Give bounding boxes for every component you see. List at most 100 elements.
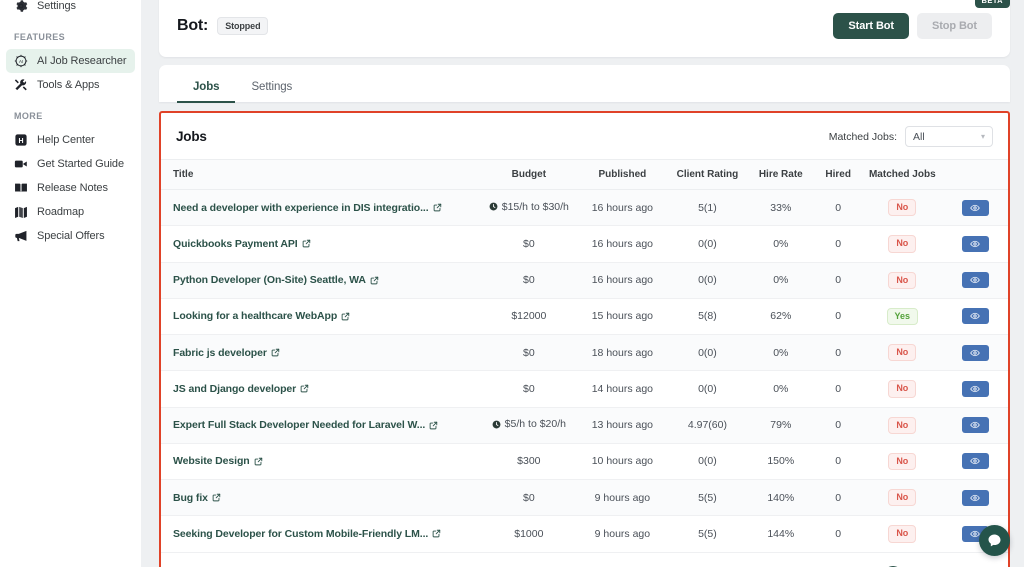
cell-budget: $5/h to $20/h [479, 407, 578, 444]
view-job-button[interactable] [961, 272, 989, 289]
job-title-link[interactable]: Fabric js developer [173, 347, 280, 359]
cell-client-rating: 5(5) [667, 515, 748, 553]
cell-client-rating: 0(0) [667, 334, 748, 372]
view-job-button[interactable] [961, 235, 989, 252]
cell-client-rating: 0(0) [667, 370, 748, 408]
budget-value: $0 [522, 274, 535, 287]
cell-matched: No [862, 515, 943, 553]
jobs-table: Title Budget Published Client Rating Hir… [161, 159, 1008, 553]
sidebar-item-release-notes[interactable]: Release Notes [6, 176, 135, 200]
sidebar-item-help-center[interactable]: H Help Center [6, 128, 135, 152]
bot-actions: Start Bot Stop Bot [833, 12, 992, 39]
cell-client-rating: 0(0) [667, 225, 748, 263]
col-hire-rate: Hire Rate [747, 159, 814, 190]
cell-hired: 0 [813, 298, 863, 336]
app-root: Settings FEATURES AI AI Job Researcher T… [0, 0, 1024, 567]
view-job-button[interactable] [961, 308, 989, 325]
tab-jobs[interactable]: Jobs [177, 81, 236, 103]
megaphone-icon [14, 229, 28, 243]
col-client-rating: Client Rating [667, 159, 748, 190]
tab-bar: Jobs Settings [159, 65, 1010, 103]
view-job-button[interactable] [961, 344, 989, 361]
map-icon [14, 205, 28, 219]
cell-published: 16 hours ago [577, 189, 668, 227]
cell-matched: Yes [862, 298, 943, 336]
matched-badge: No [888, 380, 917, 398]
matched-badge: Yes [886, 307, 919, 325]
sidebar-item-special-offers[interactable]: Special Offers [6, 224, 135, 248]
budget-value: $300 [517, 455, 541, 468]
sidebar-item-get-started-guide[interactable]: Get Started Guide [6, 152, 135, 176]
job-title-link[interactable]: Looking for a healthcare WebApp [173, 310, 350, 322]
job-title-link[interactable]: Need a developer with experience in DIS … [173, 202, 442, 214]
budget-value: $12000 [511, 310, 547, 323]
cell-budget: $0 [479, 225, 578, 263]
view-job-button[interactable] [961, 417, 989, 434]
sidebar-item-ai-job-researcher[interactable]: AI AI Job Researcher [6, 49, 135, 73]
sidebar-item-label: Special Offers [37, 230, 105, 242]
stop-bot-button[interactable]: Stop Bot [916, 12, 992, 39]
svg-text:AI: AI [19, 59, 23, 64]
budget-value: $1000 [514, 527, 544, 540]
job-title-link[interactable]: Seeking Developer for Custom Mobile-Frie… [173, 528, 441, 540]
cell-published: 15 hours ago [577, 298, 668, 336]
cell-matched: No [862, 189, 943, 227]
job-title-text: Need a developer with experience in DIS … [173, 201, 429, 214]
job-title-link[interactable]: Website Design [173, 455, 263, 467]
job-title-link[interactable]: Quickbooks Payment API [173, 238, 311, 250]
job-title-link[interactable]: Expert Full Stack Developer Needed for L… [173, 419, 438, 431]
view-job-button[interactable] [961, 380, 989, 397]
table-row: Quickbooks Payment API $0 16 hours ago 0(0)… [161, 225, 1008, 263]
jobs-table-body: Need a developer with experience in DIS … [161, 189, 1008, 553]
matched-jobs-select[interactable]: All ▾ [905, 126, 993, 147]
sidebar-item-label: Release Notes [37, 182, 108, 194]
cell-hired: 0 [813, 262, 863, 299]
col-hired: Hired [813, 159, 863, 190]
open-book-icon [14, 181, 28, 195]
cell-matched: No [862, 262, 943, 299]
tab-settings[interactable]: Settings [235, 81, 308, 102]
view-job-button[interactable] [961, 199, 989, 216]
budget-value: $0 [522, 237, 535, 250]
matched-jobs-filter-label: Matched Jobs: [828, 130, 897, 143]
job-title-text: Seeking Developer for Custom Mobile-Frie… [173, 527, 429, 540]
sidebar-section-more: MORE [14, 111, 43, 121]
job-title-link[interactable]: JS and Django developer [173, 383, 309, 395]
cell-title: Bug fix [161, 479, 480, 517]
cell-client-rating: 0(0) [667, 262, 748, 299]
cell-client-rating: 0(0) [667, 443, 748, 481]
ai-badge-icon: AI [14, 54, 28, 68]
col-matched-jobs: Matched Jobs [862, 159, 943, 190]
cell-published: 18 hours ago [577, 334, 668, 372]
cell-actions [942, 479, 1008, 517]
bot-status-group: Bot: Stopped [177, 16, 269, 35]
sidebar: Settings FEATURES AI AI Job Researcher T… [0, 0, 141, 567]
bot-label: Bot: [177, 16, 209, 34]
sidebar-item-label: Settings [37, 0, 76, 12]
cell-hire-rate: 0% [747, 225, 814, 263]
cell-published: 16 hours ago [577, 262, 668, 299]
sidebar-item-tools-apps[interactable]: Tools & Apps [6, 73, 135, 97]
start-bot-button[interactable]: Start Bot [833, 12, 909, 39]
job-title-link[interactable]: Bug fix [173, 492, 221, 504]
job-title-text: Looking for a healthcare WebApp [173, 310, 338, 323]
gear-icon [14, 0, 28, 13]
sidebar-item-roadmap[interactable]: Roadmap [6, 200, 135, 224]
cell-published: 9 hours ago [577, 515, 668, 553]
view-job-button[interactable] [961, 453, 989, 470]
chat-bubble-icon [988, 534, 1001, 547]
job-title-link[interactable]: Python Developer (On-Site) Seattle, WA [173, 274, 379, 286]
cell-matched: No [862, 370, 943, 408]
cell-budget: $0 [479, 479, 578, 517]
job-title-text: Python Developer (On-Site) Seattle, WA [173, 274, 366, 287]
cell-hire-rate: 79% [747, 407, 814, 444]
chat-launcher-button[interactable] [979, 525, 1010, 556]
cell-budget: $12000 [479, 298, 578, 336]
chevron-down-icon: ▾ [980, 132, 985, 141]
sidebar-item-settings[interactable]: Settings [6, 0, 135, 18]
col-title: Title [161, 159, 480, 190]
cell-title: Seeking Developer for Custom Mobile-Frie… [161, 515, 480, 553]
view-job-button[interactable] [961, 489, 989, 506]
budget-value: $5/h to $20/h [504, 418, 566, 431]
table-row: Fabric js developer $0 18 hours ago 0(0) 0% 0… [161, 334, 1008, 372]
